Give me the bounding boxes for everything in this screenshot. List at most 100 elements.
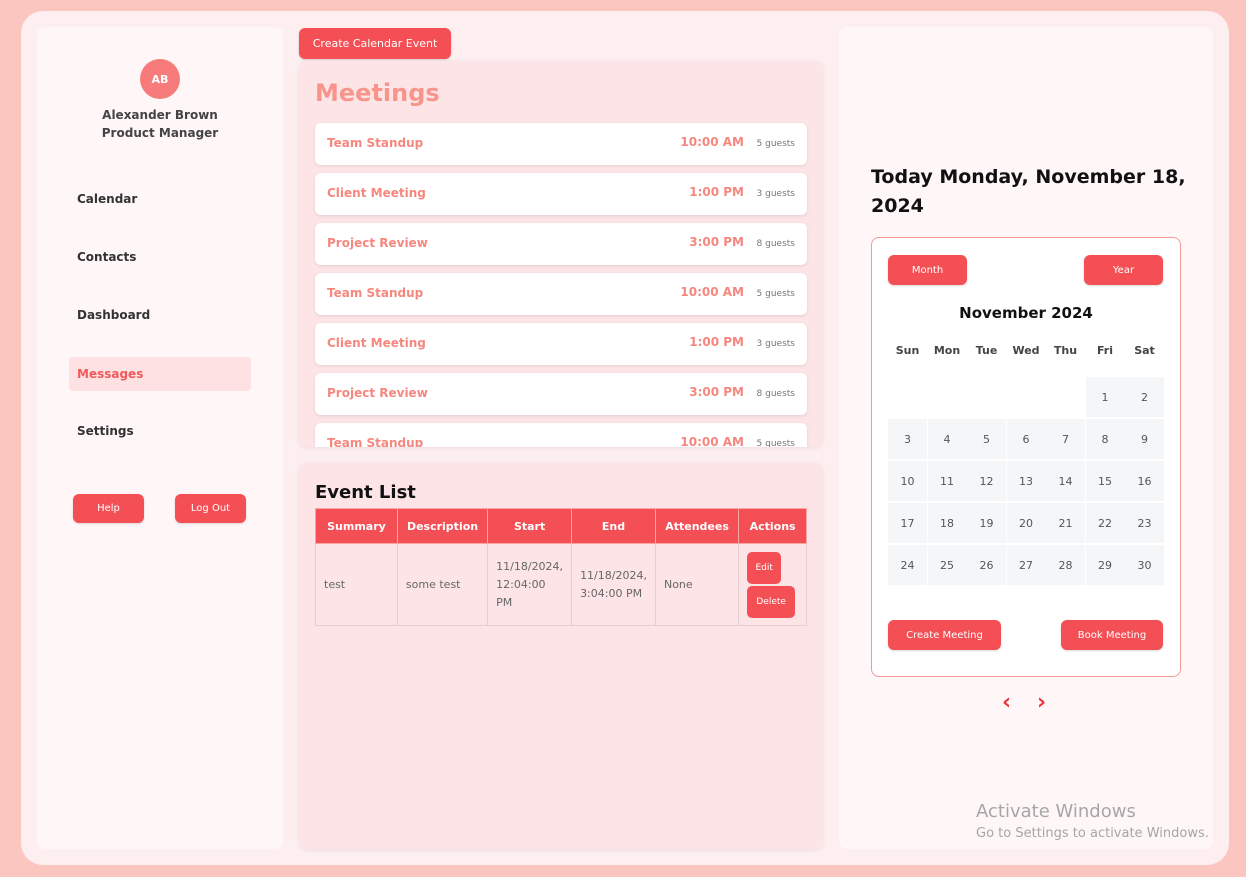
column-header-description[interactable]: Description bbox=[396, 508, 489, 544]
create-meeting-button[interactable]: Create Meeting bbox=[888, 620, 1001, 650]
cell-actions: Edit Delete bbox=[738, 543, 807, 626]
calendar-day[interactable]: 20 bbox=[1006, 503, 1046, 543]
meeting-guests: 8 guests bbox=[756, 239, 795, 249]
meeting-name: Client Meeting bbox=[327, 336, 426, 350]
column-header-start[interactable]: Start bbox=[487, 508, 573, 544]
help-button[interactable]: Help bbox=[73, 494, 144, 523]
table-row: test some test 11/18/2024, 12:04:00 PM 1… bbox=[315, 543, 807, 626]
meeting-card[interactable]: Team Standup 10:00 AM 5 guests bbox=[315, 123, 807, 165]
calendar-day[interactable]: 3 bbox=[888, 419, 927, 459]
meeting-guests: 5 guests bbox=[756, 139, 795, 149]
sidebar-item-messages[interactable]: Messages bbox=[69, 357, 251, 391]
cell-description: some test bbox=[396, 543, 489, 626]
calendar-day[interactable]: 9 bbox=[1125, 419, 1164, 459]
weekday-label: Sun bbox=[895, 344, 920, 357]
weekday-label: Mon bbox=[933, 344, 961, 357]
event-table: Summary Description Start End Attendees … bbox=[315, 508, 807, 626]
calendar-day[interactable]: 23 bbox=[1125, 503, 1164, 543]
meetings-list[interactable]: Team Standup 10:00 AM 5 guests Client Me… bbox=[299, 115, 823, 447]
calendar-day[interactable]: 25 bbox=[927, 545, 967, 585]
calendar-day[interactable]: 1 bbox=[1085, 377, 1125, 417]
chevron-left-icon[interactable]: ‹ bbox=[1002, 690, 1011, 715]
user-role: Product Manager bbox=[101, 126, 219, 140]
cell-end: 11/18/2024, 3:04:00 PM bbox=[571, 543, 656, 626]
calendar-day[interactable]: 15 bbox=[1085, 461, 1125, 501]
edit-button[interactable]: Edit bbox=[747, 551, 782, 584]
meeting-card[interactable]: Client Meeting 1:00 PM 3 guests bbox=[315, 173, 807, 215]
delete-button[interactable]: Delete bbox=[747, 585, 796, 618]
weekday-label: Fri bbox=[1096, 344, 1113, 357]
sidebar-item-settings[interactable]: Settings bbox=[69, 414, 251, 448]
meeting-time: 3:00 PM bbox=[689, 385, 744, 399]
activation-watermark-title: Activate Windows bbox=[976, 801, 1136, 822]
column-header-summary[interactable]: Summary bbox=[315, 508, 398, 544]
meeting-time: 1:00 PM bbox=[689, 335, 744, 349]
meeting-time: 3:00 PM bbox=[689, 235, 744, 249]
meeting-name: Team Standup bbox=[327, 436, 424, 447]
chevron-right-icon[interactable]: › bbox=[1037, 690, 1046, 715]
weekday-label: Thu bbox=[1053, 344, 1078, 357]
meeting-time: 1:00 PM bbox=[689, 185, 744, 199]
meeting-time: 10:00 AM bbox=[680, 135, 744, 149]
meeting-name: Project Review bbox=[327, 386, 428, 400]
meeting-name: Team Standup bbox=[327, 136, 424, 150]
calendar-day[interactable]: 10 bbox=[888, 461, 927, 501]
meeting-card[interactable]: Client Meeting 1:00 PM 3 guests bbox=[315, 323, 807, 365]
calendar-day[interactable]: 12 bbox=[967, 461, 1006, 501]
calendar-day[interactable]: 27 bbox=[1006, 545, 1046, 585]
calendar-day[interactable]: 14 bbox=[1046, 461, 1085, 501]
calendar-day[interactable]: 13 bbox=[1006, 461, 1046, 501]
year-view-button[interactable]: Year bbox=[1084, 255, 1163, 285]
calendar-day[interactable]: 18 bbox=[927, 503, 967, 543]
calendar-day[interactable]: 28 bbox=[1046, 545, 1085, 585]
calendar-day[interactable]: 29 bbox=[1085, 545, 1125, 585]
column-header-end[interactable]: End bbox=[571, 508, 656, 544]
logout-button[interactable]: Log Out bbox=[175, 494, 246, 523]
meeting-card[interactable]: Project Review 3:00 PM 8 guests bbox=[315, 223, 807, 265]
meeting-time: 10:00 AM bbox=[680, 435, 744, 447]
event-list-title: Event List bbox=[315, 482, 416, 503]
meeting-card[interactable]: Team Standup 10:00 AM 5 guests bbox=[315, 423, 807, 447]
calendar-day[interactable]: 2 bbox=[1125, 377, 1164, 417]
meeting-card[interactable]: Project Review 3:00 PM 8 guests bbox=[315, 373, 807, 415]
calendar-day[interactable]: 22 bbox=[1085, 503, 1125, 543]
weekday-label: Sat bbox=[1134, 344, 1155, 357]
calendar-day[interactable]: 6 bbox=[1006, 419, 1046, 459]
column-header-actions[interactable]: Actions bbox=[738, 508, 807, 544]
cell-start: 11/18/2024, 12:04:00 PM bbox=[487, 543, 573, 626]
avatar[interactable]: AB bbox=[140, 59, 180, 99]
create-calendar-event-button[interactable]: Create Calendar Event bbox=[299, 28, 451, 59]
calendar-day[interactable]: 24 bbox=[888, 545, 927, 585]
calendar-day[interactable]: 8 bbox=[1085, 419, 1125, 459]
sidebar-item-dashboard[interactable]: Dashboard bbox=[69, 298, 251, 332]
meeting-guests: 8 guests bbox=[756, 389, 795, 399]
meetings-title: Meetings bbox=[315, 79, 440, 107]
cell-attendees: None bbox=[654, 543, 740, 626]
month-view-button[interactable]: Month bbox=[888, 255, 967, 285]
calendar-day[interactable]: 4 bbox=[927, 419, 967, 459]
calendar-day[interactable]: 30 bbox=[1125, 545, 1164, 585]
meeting-name: Project Review bbox=[327, 236, 428, 250]
calendar-day[interactable]: 26 bbox=[967, 545, 1006, 585]
calendar-day[interactable]: 5 bbox=[967, 419, 1006, 459]
calendar-day[interactable]: 21 bbox=[1046, 503, 1085, 543]
meeting-name: Client Meeting bbox=[327, 186, 426, 200]
calendar-day[interactable]: 17 bbox=[888, 503, 927, 543]
calendar-day[interactable]: 7 bbox=[1046, 419, 1085, 459]
meeting-time: 10:00 AM bbox=[680, 285, 744, 299]
meeting-guests: 5 guests bbox=[756, 439, 795, 447]
meeting-guests: 3 guests bbox=[756, 339, 795, 349]
calendar-day[interactable]: 11 bbox=[927, 461, 967, 501]
sidebar-item-contacts[interactable]: Contacts bbox=[69, 240, 251, 274]
sidebar-item-calendar[interactable]: Calendar bbox=[69, 182, 251, 216]
weekday-label: Tue bbox=[975, 344, 998, 357]
calendar-day[interactable]: 16 bbox=[1125, 461, 1164, 501]
weekday-label: Wed bbox=[1012, 344, 1040, 357]
book-meeting-button[interactable]: Book Meeting bbox=[1061, 620, 1163, 650]
calendar-day[interactable]: 19 bbox=[967, 503, 1006, 543]
meeting-name: Team Standup bbox=[327, 286, 424, 300]
column-header-attendees[interactable]: Attendees bbox=[654, 508, 740, 544]
meeting-guests: 5 guests bbox=[756, 289, 795, 299]
meeting-guests: 3 guests bbox=[756, 189, 795, 199]
meeting-card[interactable]: Team Standup 10:00 AM 5 guests bbox=[315, 273, 807, 315]
